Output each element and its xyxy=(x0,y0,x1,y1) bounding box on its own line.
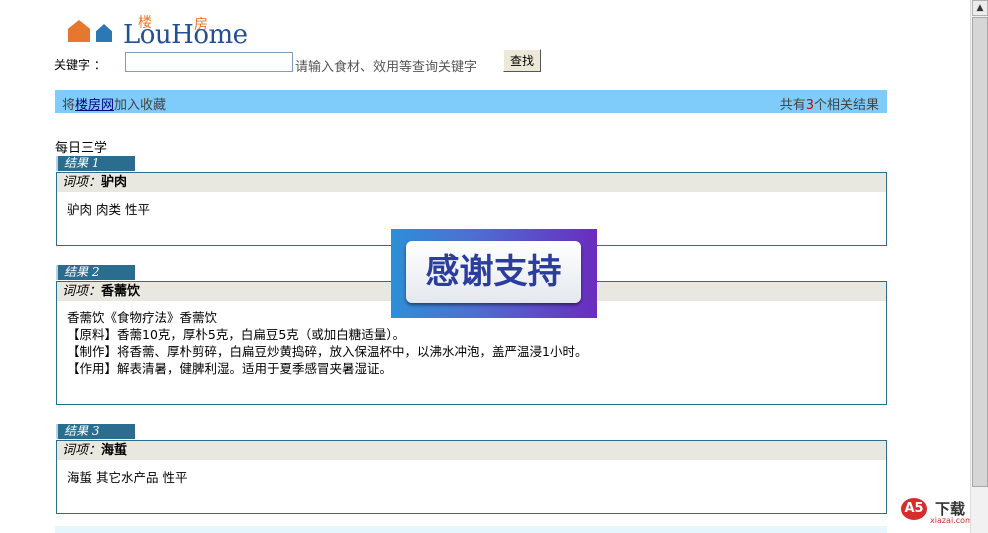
house-orange-icon xyxy=(68,20,90,42)
vertical-scrollbar[interactable]: ▲ xyxy=(970,0,988,533)
term-label: 词项： xyxy=(62,443,102,458)
favorite-prefix: 将 xyxy=(62,98,76,113)
result-block: 结果 3 词项：海蜇 海蜇 其它水产品 性平 xyxy=(56,424,887,514)
favorite-suffix: 加入收藏 xyxy=(114,98,167,113)
result-line: 【制作】将香薷、厚朴剪碎，白扁豆炒黄捣碎，放入保温杯中，以沸水冲泡，盖严温浸1小… xyxy=(67,344,588,359)
result-count-prefix: 共有 xyxy=(779,98,806,113)
louhome-logo[interactable]: 楼 房 LouHome xyxy=(68,14,258,50)
scrollbar-thumb[interactable] xyxy=(972,17,988,487)
result-count-suffix: 个相关结果 xyxy=(813,98,879,113)
result-body: 驴肉 肉类 性平 xyxy=(57,192,886,224)
footer-strip xyxy=(55,526,887,533)
search-input[interactable] xyxy=(125,52,293,72)
term-value: 香薷饮 xyxy=(101,284,141,299)
result-term-header: 词项：驴肉 xyxy=(57,173,886,192)
result-tag: 结果 3 xyxy=(56,424,135,439)
result-tag: 结果 2 xyxy=(56,265,135,280)
result-term-header: 词项：海蜇 xyxy=(57,441,886,460)
add-favorite-text: 将楼房网加入收藏 xyxy=(62,94,166,113)
a5-logo-icon: A5 xyxy=(901,498,927,520)
result-box: 词项：海蜇 海蜇 其它水产品 性平 xyxy=(56,440,887,514)
term-label: 词项： xyxy=(62,284,102,299)
result-line: 【作用】解表清暑，健脾利湿。适用于夏季感冒夹暑湿证。 xyxy=(67,361,393,376)
term-label: 词项： xyxy=(62,175,102,190)
search-label: 关键字 ： xyxy=(54,58,106,72)
logo-brand-text: LouHome xyxy=(123,20,248,50)
result-count-text: 共有3个相关结果 xyxy=(780,94,879,113)
result-body: 海蜇 其它水产品 性平 xyxy=(57,460,886,492)
watermark-url: xiazai.com xyxy=(930,516,973,525)
thanks-banner: 感谢支持 xyxy=(391,229,597,318)
term-value: 驴肉 xyxy=(101,175,128,190)
a5-watermark: A5 下载 xiazai.com xyxy=(899,496,979,526)
page: 楼 房 LouHome 关键字 ： 请输入食材、效用等查询关键字 查找 将楼房网… xyxy=(0,0,973,533)
result-line: 【原料】香薷10克，厚朴5克，白扁豆5克（或加白糖适量）。 xyxy=(67,327,406,342)
louhome-link[interactable]: 楼房网 xyxy=(75,98,114,113)
result-count: 3 xyxy=(805,98,814,113)
result-tag: 结果 1 xyxy=(56,156,135,171)
result-line: 驴肉 肉类 性平 xyxy=(67,202,150,217)
thanks-text: 感谢支持 xyxy=(406,241,581,303)
scroll-up-arrow-icon[interactable]: ▲ xyxy=(972,0,988,16)
result-line: 海蜇 其它水产品 性平 xyxy=(67,470,188,485)
section-title: 每日三学 xyxy=(55,141,108,156)
search-button[interactable]: 查找 xyxy=(503,49,541,72)
favorites-bar: 将楼房网加入收藏 共有3个相关结果 xyxy=(55,90,887,113)
search-hint: 请输入食材、效用等查询关键字 xyxy=(295,60,478,75)
term-value: 海蜇 xyxy=(101,443,128,458)
house-blue-icon xyxy=(96,24,112,42)
